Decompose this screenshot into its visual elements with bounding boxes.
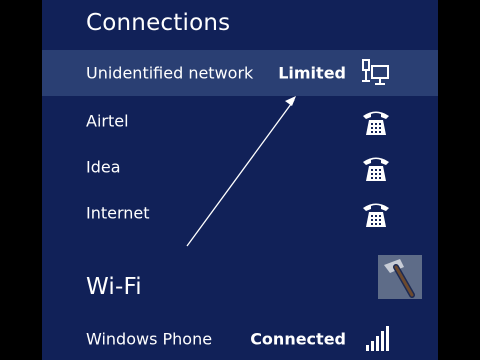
connection-item-airtel[interactable]: Airtel	[42, 98, 438, 144]
connections-heading: Connections	[86, 10, 231, 36]
wifi-item-windows-phone[interactable]: Windows Phone Connected	[42, 316, 438, 360]
wifi-network-name: Windows Phone	[86, 329, 213, 349]
connection-name: Unidentified network	[86, 63, 254, 83]
connection-name: Internet	[86, 203, 150, 223]
connection-item-unidentified-network[interactable]: Unidentified network Limited	[42, 50, 438, 96]
connection-status: Limited	[278, 63, 346, 83]
phone-icon	[363, 157, 389, 181]
connection-item-internet[interactable]: Internet	[42, 190, 438, 236]
phone-icon	[363, 111, 389, 135]
phone-icon	[363, 203, 389, 227]
connection-name: Airtel	[86, 111, 129, 131]
wifi-heading: Wi-Fi	[86, 274, 142, 300]
wifi-signal-icon	[366, 326, 389, 351]
wifi-network-status: Connected	[250, 329, 346, 349]
hammer-thumbnail-icon	[378, 255, 422, 299]
connection-name: Idea	[86, 157, 121, 177]
connection-item-idea[interactable]: Idea	[42, 144, 438, 190]
network-monitor-icon	[362, 59, 389, 85]
network-flyout: Connections Unidentified network Limited…	[42, 0, 438, 360]
